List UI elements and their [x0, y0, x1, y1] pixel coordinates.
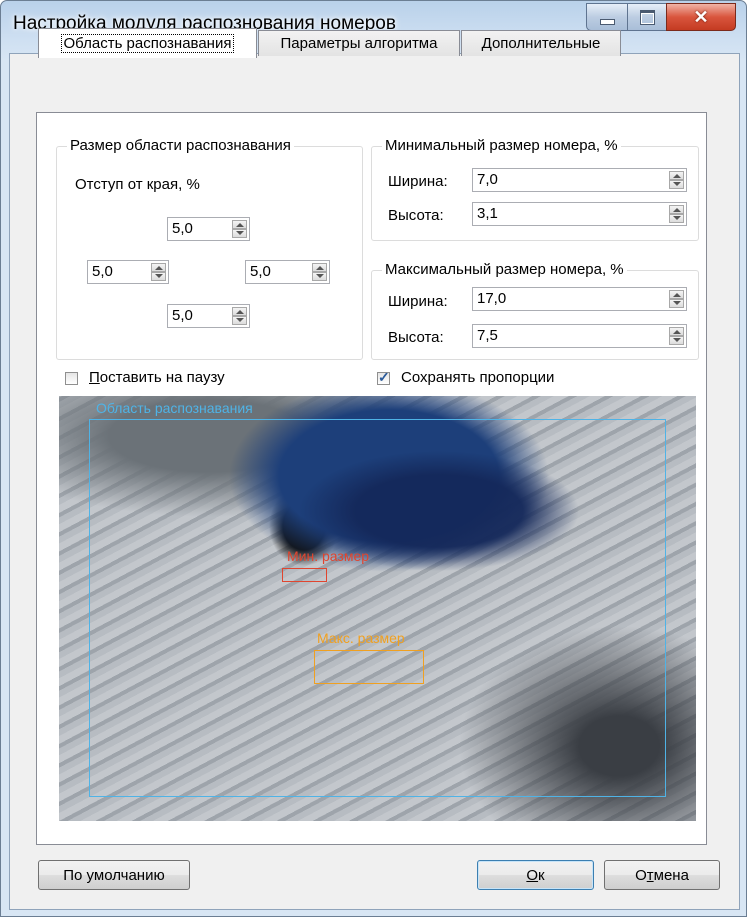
ok-button[interactable]: Ок	[477, 860, 594, 890]
spin-up-icon[interactable]	[669, 290, 684, 299]
group-legend: Минимальный размер номера, %	[382, 137, 621, 154]
ok-mnemonic: О	[526, 866, 539, 884]
maximize-icon	[639, 9, 655, 25]
tab-label: Дополнительные	[481, 35, 601, 52]
spin-down-icon[interactable]	[669, 214, 684, 223]
ok-text: к	[538, 866, 545, 884]
min-width-label: Ширина:	[388, 173, 448, 190]
offset-label: Отступ от края, %	[75, 176, 200, 193]
cancel-mnemonic: т	[646, 866, 654, 884]
min-size-group: Минимальный размер номера, %	[371, 137, 699, 241]
spin-up-icon[interactable]	[232, 307, 247, 316]
pause-text: оставить на паузу	[99, 369, 225, 386]
spin-up-icon[interactable]	[669, 327, 684, 336]
pause-checkbox[interactable]	[65, 372, 78, 385]
min-height-value[interactable]: 3,1	[477, 205, 498, 222]
settings-dialog: Настройка модуля распознования номеров ✕…	[0, 0, 747, 917]
offset-top-value[interactable]: 5,0	[172, 220, 193, 237]
spin-down-icon[interactable]	[232, 316, 247, 325]
offset-left-value[interactable]: 5,0	[92, 263, 113, 280]
recognition-area-rect[interactable]	[89, 419, 666, 797]
max-width-value[interactable]: 17,0	[477, 290, 506, 307]
max-width-spinner[interactable]: 17,0	[472, 287, 687, 311]
offset-top-spinner[interactable]: 5,0	[167, 217, 250, 241]
minimize-button[interactable]	[586, 3, 628, 31]
min-height-spinner[interactable]: 3,1	[472, 202, 687, 226]
spin-down-icon[interactable]	[669, 336, 684, 345]
tab-label: Область распознавания	[60, 34, 235, 53]
offset-bottom-spinner[interactable]: 5,0	[167, 304, 250, 328]
offset-right-value[interactable]: 5,0	[250, 263, 271, 280]
tab-additional[interactable]: Дополнительные	[461, 30, 621, 56]
spin-up-icon[interactable]	[312, 263, 327, 272]
cancel-text: мена	[653, 866, 689, 884]
spin-up-icon[interactable]	[669, 171, 684, 180]
tab-label: Параметры алгоритма	[280, 35, 438, 52]
cancel-button[interactable]: От мена	[604, 860, 720, 890]
defaults-button[interactable]: По умолчанию	[38, 860, 190, 890]
spin-down-icon[interactable]	[151, 272, 166, 281]
tab-algorithm-params[interactable]: Параметры алгоритма	[258, 30, 460, 56]
min-width-value[interactable]: 7,0	[477, 171, 498, 188]
area-rect-label: Область распознавания	[96, 400, 253, 416]
cancel-text: О	[635, 866, 647, 884]
max-rect-label: Макс. размер	[317, 630, 405, 646]
min-size-rect[interactable]	[282, 568, 327, 582]
spin-up-icon[interactable]	[232, 220, 247, 229]
max-width-label: Ширина:	[388, 293, 448, 310]
group-legend: Размер области распознавания	[67, 137, 294, 154]
close-button[interactable]: ✕	[666, 3, 736, 31]
max-height-spinner[interactable]: 7,5	[472, 324, 687, 348]
maximize-button[interactable]	[627, 3, 667, 31]
tab-recognition-area[interactable]: Область распознавания	[38, 28, 257, 58]
max-size-rect[interactable]	[314, 650, 424, 684]
offset-left-spinner[interactable]: 5,0	[87, 260, 169, 284]
pause-mnemonic: П	[89, 369, 100, 386]
max-height-value[interactable]: 7,5	[477, 327, 498, 344]
spin-up-icon[interactable]	[151, 263, 166, 272]
max-height-label: Высота:	[388, 329, 444, 346]
spin-down-icon[interactable]	[312, 272, 327, 281]
defaults-label: По умолчанию	[63, 866, 165, 884]
close-icon: ✕	[693, 6, 709, 27]
pause-label[interactable]: Поставить на паузу	[89, 369, 225, 386]
group-legend: Максимальный размер номера, %	[382, 261, 627, 278]
minimize-icon	[599, 19, 615, 25]
min-width-spinner[interactable]: 7,0	[472, 168, 687, 192]
spin-down-icon[interactable]	[669, 299, 684, 308]
min-height-label: Высота:	[388, 207, 444, 224]
offset-bottom-value[interactable]: 5,0	[172, 307, 193, 324]
min-rect-label: Мин. размер	[287, 548, 370, 564]
offset-right-spinner[interactable]: 5,0	[245, 260, 330, 284]
spin-down-icon[interactable]	[669, 180, 684, 189]
spin-down-icon[interactable]	[232, 229, 247, 238]
keep-ratio-label[interactable]: Сохранять пропорции	[401, 369, 554, 386]
spin-up-icon[interactable]	[669, 205, 684, 214]
keep-ratio-checkbox[interactable]	[377, 369, 390, 386]
